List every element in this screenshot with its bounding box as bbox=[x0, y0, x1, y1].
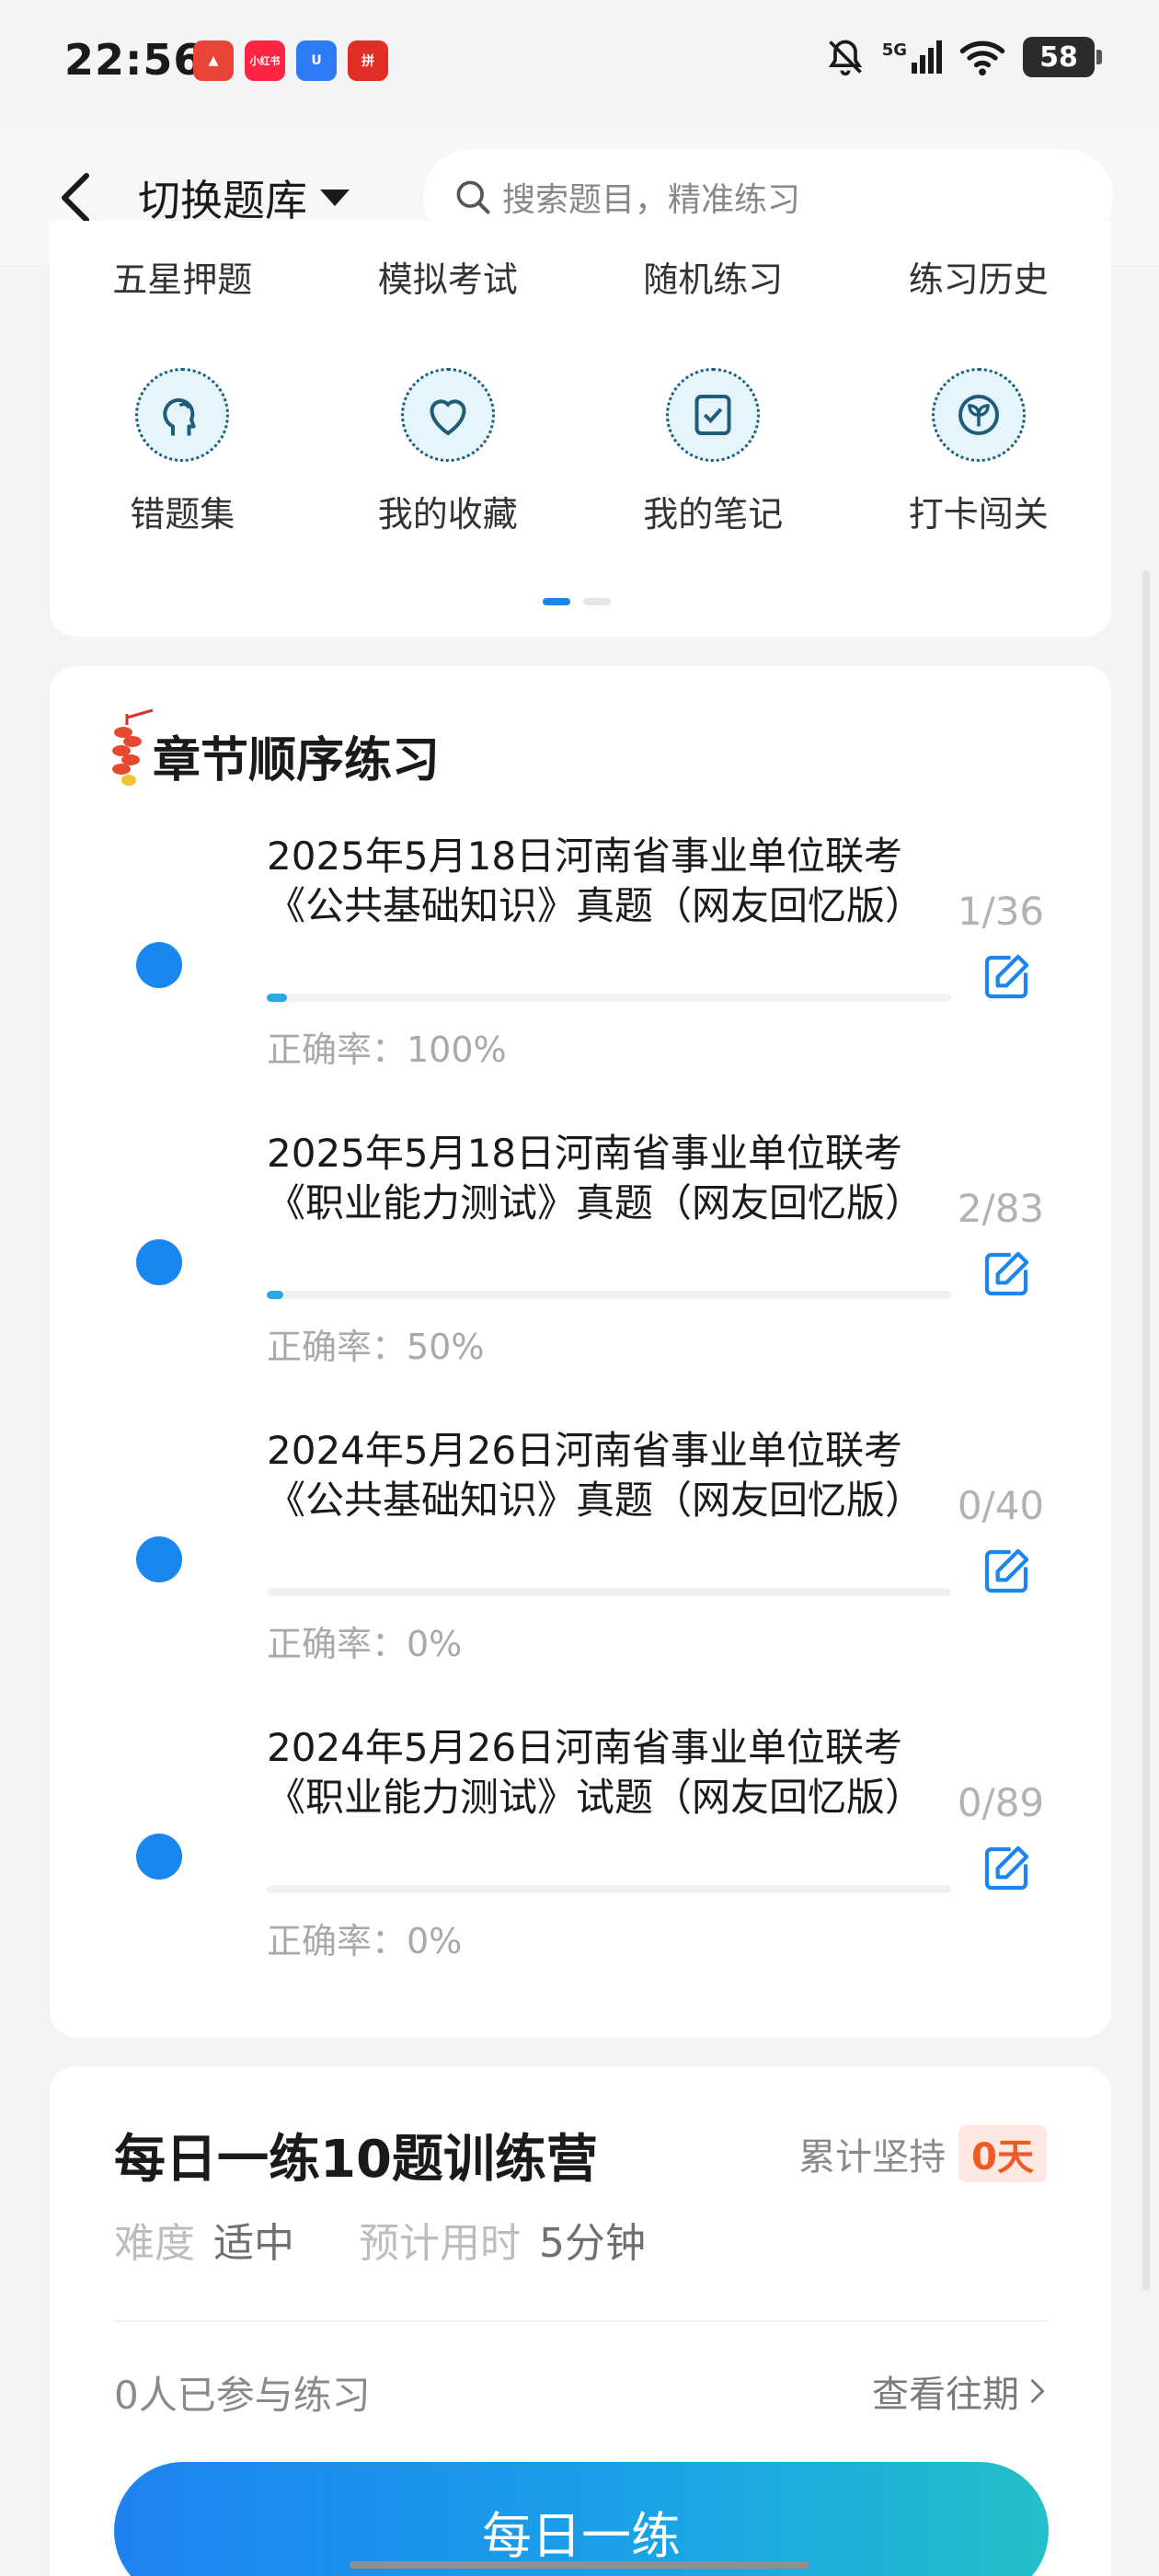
app-icon-2: 小红书 bbox=[245, 40, 285, 81]
progress-bar bbox=[267, 1588, 951, 1596]
chapter-item-title: 2024年5月26日河南省事业单位联考《公共基础知识》真题（网友回忆版） bbox=[267, 1428, 924, 1523]
entry-practice-history[interactable]: 练习历史 bbox=[846, 252, 1112, 294]
progress-count: 2/83 bbox=[957, 1186, 1045, 1231]
progress-bar bbox=[267, 994, 951, 1002]
daily-practice-card: 每日一练10题训练营 累计坚持 0天 难度 适中 预计用时 5分钟 0人已参与练… bbox=[50, 2066, 1111, 2576]
page-dot bbox=[583, 598, 611, 605]
quick-entry-row-1: 五星押题 模拟考试 随机练习 练习历史 bbox=[50, 252, 1111, 294]
chevron-left-icon bbox=[62, 173, 89, 223]
chapter-practice-card: 章节顺序练习 2025年5月18日河南省事业单位联考《公共基础知识》真题（网友回… bbox=[50, 666, 1111, 2037]
app-icon-4: 拼 bbox=[348, 40, 388, 81]
daily-title: 每日一练10题训练营 bbox=[114, 2130, 598, 2190]
home-indicator bbox=[350, 2561, 809, 2569]
progress-count: 1/36 bbox=[957, 889, 1045, 934]
head-profile-icon bbox=[135, 368, 230, 462]
progress-fill bbox=[267, 1291, 283, 1299]
streak-info: 累计坚持 0天 bbox=[798, 2125, 1047, 2182]
chapter-item-title: 2025年5月18日河南省事业单位联考《职业能力测试》真题（网友回忆版） bbox=[267, 1131, 924, 1225]
section-title: 章节顺序练习 bbox=[153, 733, 441, 788]
entry-favorites[interactable]: 我的收藏 bbox=[316, 368, 581, 536]
entry-notes[interactable]: 我的笔记 bbox=[580, 368, 846, 536]
streak-days-badge: 0天 bbox=[958, 2125, 1047, 2182]
entry-label: 我的笔记 bbox=[643, 494, 784, 535]
item-bullet bbox=[136, 1536, 182, 1582]
progress-count: 0/89 bbox=[957, 1780, 1045, 1825]
quick-entry-row-2: 错题集 我的收藏 我的笔记 打卡闯关 bbox=[50, 368, 1111, 536]
chapter-item[interactable]: 2024年5月26日河南省事业单位联考《职业能力测试》试题（网友回忆版） 正确率… bbox=[50, 1723, 1111, 1999]
mute-bell-icon bbox=[828, 40, 862, 76]
time-value: 5分钟 bbox=[539, 2220, 646, 2267]
daily-meta: 难度 适中 预计用时 5分钟 bbox=[114, 2210, 692, 2269]
page-indicator bbox=[543, 598, 611, 605]
note-check-icon bbox=[666, 368, 761, 462]
status-time: 22:56 bbox=[64, 35, 204, 85]
daily-practice-button[interactable]: 每日一练 bbox=[114, 2462, 1049, 2576]
quick-entry-card: 五星押题 模拟考试 随机练习 练习历史 错题集 我的收藏 我的笔记 打卡闯关 bbox=[50, 221, 1111, 637]
item-bullet bbox=[136, 1834, 182, 1880]
status-indicators: 5G 58 bbox=[825, 37, 1102, 77]
edit-icon[interactable] bbox=[981, 951, 1032, 1003]
progress-bar bbox=[267, 1885, 951, 1893]
edit-icon[interactable] bbox=[981, 1843, 1032, 1894]
entry-random-practice[interactable]: 随机练习 bbox=[580, 252, 846, 294]
time-label: 预计用时 bbox=[359, 2220, 521, 2267]
chapter-item[interactable]: 2024年5月26日河南省事业单位联考《公共基础知识》真题（网友回忆版） 正确率… bbox=[50, 1426, 1111, 1702]
status-bar: 22:56 ▲ 小红书 U 拼 5G 58 bbox=[0, 0, 1159, 129]
battery-indicator: 58 bbox=[1023, 37, 1102, 77]
entry-five-star[interactable]: 五星押题 bbox=[50, 252, 316, 294]
status-app-icons: ▲ 小红书 U 拼 bbox=[193, 40, 388, 81]
accuracy-text: 正确率：0% bbox=[267, 1624, 463, 1664]
entry-label: 错题集 bbox=[130, 494, 235, 535]
view-history-link[interactable]: 查看往期 bbox=[872, 2364, 1047, 2418]
chapter-item-title: 2025年5月18日河南省事业单位联考《公共基础知识》真题（网友回忆版） bbox=[267, 834, 924, 928]
entry-label: 我的收藏 bbox=[377, 494, 518, 535]
entry-checkin[interactable]: 打卡闯关 bbox=[846, 368, 1112, 536]
view-history-label: 查看往期 bbox=[872, 2374, 1019, 2416]
divider bbox=[114, 2320, 1047, 2322]
search-placeholder: 搜索题目，精准练习 bbox=[502, 181, 801, 219]
sprout-icon bbox=[931, 368, 1026, 462]
caret-down-icon bbox=[320, 190, 350, 206]
difficulty-value: 适中 bbox=[213, 2220, 294, 2267]
wifi-icon bbox=[959, 40, 1005, 76]
search-icon bbox=[456, 180, 490, 214]
entry-mock-exam[interactable]: 模拟考试 bbox=[316, 252, 581, 294]
chapter-item-title: 2024年5月26日河南省事业单位联考《职业能力测试》试题（网友回忆版） bbox=[267, 1725, 924, 1820]
app-icon-3: U bbox=[296, 40, 337, 81]
chapter-item[interactable]: 2025年5月18日河南省事业单位联考《职业能力测试》真题（网友回忆版） 正确率… bbox=[50, 1129, 1111, 1405]
accuracy-text: 正确率：0% bbox=[267, 1921, 463, 1961]
scrollbar[interactable] bbox=[1142, 570, 1150, 2291]
difficulty-label: 难度 bbox=[114, 2220, 195, 2267]
entry-label: 打卡闯关 bbox=[908, 494, 1049, 535]
chevron-right-icon bbox=[1030, 2379, 1045, 2403]
edit-icon[interactable] bbox=[981, 1248, 1032, 1300]
firecracker-icon bbox=[112, 708, 154, 786]
participants-count: 0人已参与练习 bbox=[114, 2373, 371, 2418]
page-dot-active bbox=[543, 598, 570, 605]
item-bullet bbox=[136, 942, 182, 988]
streak-label: 累计坚持 bbox=[798, 2136, 947, 2179]
progress-bar bbox=[267, 1291, 951, 1299]
accuracy-text: 正确率：50% bbox=[267, 1327, 485, 1367]
app-icon-1: ▲ bbox=[193, 40, 234, 81]
signal-5g-icon: 5G bbox=[882, 40, 942, 74]
accuracy-text: 正确率：100% bbox=[267, 1029, 507, 1070]
heart-icon bbox=[400, 368, 495, 462]
item-bullet bbox=[136, 1239, 182, 1285]
switch-bank-label: 切换题库 bbox=[138, 176, 307, 225]
progress-fill bbox=[267, 994, 288, 1002]
chapter-item[interactable]: 2025年5月18日河南省事业单位联考《公共基础知识》真题（网友回忆版） 正确率… bbox=[50, 832, 1111, 1108]
progress-count: 0/40 bbox=[957, 1483, 1045, 1528]
entry-wrong-questions[interactable]: 错题集 bbox=[50, 368, 316, 536]
edit-icon[interactable] bbox=[981, 1546, 1032, 1597]
